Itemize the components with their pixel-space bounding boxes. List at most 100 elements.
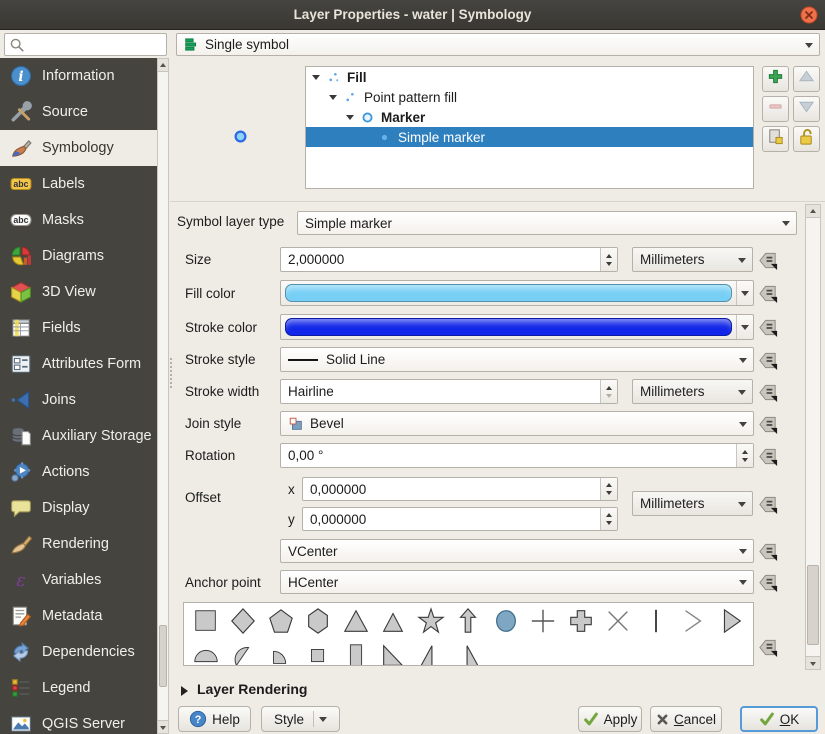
tree-node-marker[interactable]: Marker bbox=[306, 107, 753, 127]
sidebar-item-information[interactable]: i Information bbox=[0, 58, 157, 94]
shape-diagonal-half-square[interactable] bbox=[375, 641, 413, 665]
sidebar-item-actions[interactable]: Actions bbox=[0, 454, 157, 490]
offset-y-input[interactable] bbox=[303, 508, 599, 530]
duplicate-symbol-layer-button[interactable] bbox=[762, 126, 789, 152]
shape-triangle[interactable] bbox=[337, 606, 375, 636]
shape-half-square[interactable] bbox=[337, 641, 375, 665]
sidebar-item-labels[interactable]: abc Labels bbox=[0, 166, 157, 202]
shape-circle-selected[interactable] bbox=[487, 606, 525, 636]
join-style-combobox[interactable]: Bevel bbox=[280, 411, 754, 436]
apply-button[interactable]: Apply bbox=[578, 706, 642, 732]
size-override-button[interactable] bbox=[757, 249, 779, 271]
fill-color-dropdown[interactable] bbox=[736, 281, 753, 305]
sidebar-item-display[interactable]: Display bbox=[0, 490, 157, 526]
sidebar-item-masks[interactable]: abc Masks bbox=[0, 202, 157, 238]
offset-y-spin-buttons[interactable] bbox=[600, 508, 617, 530]
tree-node-fill[interactable]: Fill bbox=[306, 67, 753, 87]
sidebar-item-diagrams[interactable]: Diagrams bbox=[0, 238, 157, 274]
rotation-input[interactable] bbox=[281, 444, 735, 467]
ok-button[interactable]: OK bbox=[740, 706, 818, 732]
layer-rendering-section[interactable]: Layer Rendering bbox=[197, 681, 307, 697]
close-icon[interactable] bbox=[800, 6, 818, 24]
sidebar-scrollbar[interactable] bbox=[157, 58, 169, 734]
shape-diamond[interactable] bbox=[225, 606, 263, 636]
size-spinbox[interactable] bbox=[280, 247, 618, 272]
anchor-vertical-combobox[interactable]: VCenter bbox=[280, 539, 754, 563]
offset-x-spin-buttons[interactable] bbox=[600, 478, 617, 500]
stroke-width-spin-buttons[interactable] bbox=[600, 380, 617, 403]
sidebar-item-dependencies[interactable]: Dependencies bbox=[0, 634, 157, 670]
sidebar-item-joins[interactable]: Joins bbox=[0, 382, 157, 418]
layer-rendering-expander-icon[interactable] bbox=[181, 686, 193, 696]
rotation-spinbox[interactable] bbox=[280, 443, 754, 468]
offset-y-spinbox[interactable] bbox=[302, 507, 618, 531]
shape-pentagon[interactable] bbox=[262, 606, 300, 636]
add-symbol-layer-button[interactable] bbox=[762, 66, 789, 92]
sidebar-item-metadata[interactable]: Metadata bbox=[0, 598, 157, 634]
sidebar-item-attributes-form[interactable]: Attributes Form bbox=[0, 346, 157, 382]
shape-line[interactable] bbox=[637, 606, 675, 636]
lock-colors-button[interactable] bbox=[793, 126, 820, 152]
scroll-down-icon[interactable] bbox=[806, 656, 820, 669]
shape-quarter-circle[interactable] bbox=[262, 641, 300, 665]
shape-star[interactable] bbox=[412, 606, 450, 636]
sidebar-item-rendering[interactable]: Rendering bbox=[0, 526, 157, 562]
tree-node-simple-marker[interactable]: Simple marker bbox=[306, 127, 753, 147]
sidebar-item-source[interactable]: Source bbox=[0, 94, 157, 130]
fill-color-override-button[interactable] bbox=[757, 282, 779, 304]
shape-square[interactable] bbox=[187, 606, 225, 636]
tree-node-point-pattern-fill[interactable]: Point pattern fill bbox=[306, 87, 753, 107]
stroke-style-override-button[interactable] bbox=[757, 349, 779, 371]
size-unit-combobox[interactable]: Millimeters bbox=[632, 247, 753, 272]
help-button[interactable]: ? Help bbox=[178, 706, 251, 732]
offset-x-input[interactable] bbox=[303, 478, 599, 500]
shape-arrowhead[interactable] bbox=[675, 606, 713, 636]
size-input[interactable] bbox=[281, 248, 599, 271]
offset-override-button[interactable] bbox=[757, 493, 779, 515]
shape-cross2[interactable] bbox=[600, 606, 638, 636]
anchor-horizontal-combobox[interactable]: HCenter bbox=[280, 570, 754, 594]
sidebar-item-qgis-server[interactable]: QGIS Server bbox=[0, 706, 157, 734]
shape-equilateral-triangle[interactable] bbox=[375, 606, 413, 636]
shape-hexagon[interactable] bbox=[300, 606, 338, 636]
stroke-width-spinbox[interactable] bbox=[280, 379, 618, 404]
stroke-color-dropdown[interactable] bbox=[736, 315, 753, 339]
style-button[interactable]: Style bbox=[261, 706, 340, 732]
splitter-handle[interactable] bbox=[170, 358, 173, 388]
shape-quarter-square[interactable] bbox=[300, 641, 338, 665]
stroke-width-override-button[interactable] bbox=[757, 381, 779, 403]
rotation-override-button[interactable] bbox=[757, 445, 779, 467]
anchor-horizontal-override-button[interactable] bbox=[757, 571, 779, 593]
titlebar[interactable]: Layer Properties - water | Symbology bbox=[0, 0, 825, 30]
stroke-width-unit-combobox[interactable]: Millimeters bbox=[632, 379, 753, 404]
stroke-style-combobox[interactable]: Solid Line bbox=[280, 347, 754, 372]
stroke-color-override-button[interactable] bbox=[757, 316, 779, 338]
search-input[interactable] bbox=[27, 35, 164, 54]
sidebar-item-auxiliary-storage[interactable]: Auxiliary Storage bbox=[0, 418, 157, 454]
rotation-spin-buttons[interactable] bbox=[736, 444, 753, 467]
shape-cross[interactable] bbox=[525, 606, 563, 636]
stroke-color-button[interactable] bbox=[280, 314, 754, 340]
scroll-up-icon[interactable] bbox=[806, 205, 820, 218]
size-spin-buttons[interactable] bbox=[600, 248, 617, 271]
move-up-button[interactable] bbox=[793, 66, 820, 92]
sidebar-item-legend[interactable]: Legend bbox=[0, 670, 157, 706]
offset-x-spinbox[interactable] bbox=[302, 477, 618, 501]
remove-symbol-layer-button[interactable] bbox=[762, 96, 789, 122]
shape-right-half-triangle[interactable] bbox=[412, 641, 450, 665]
properties-scrollbar[interactable] bbox=[805, 204, 821, 670]
symbol-layer-type-combobox[interactable]: Simple marker bbox=[297, 211, 797, 235]
scroll-down-icon[interactable] bbox=[158, 720, 168, 733]
stroke-width-input[interactable] bbox=[281, 380, 599, 403]
shape-arrow[interactable] bbox=[450, 606, 488, 636]
renderer-combobox[interactable]: Single symbol bbox=[176, 33, 820, 56]
scroll-up-icon[interactable] bbox=[158, 59, 168, 72]
sidebar-item-fields[interactable]: Fields bbox=[0, 310, 157, 346]
search-box[interactable] bbox=[4, 33, 167, 56]
shape-cross-fill[interactable] bbox=[562, 606, 600, 636]
sidebar-scroll-thumb[interactable] bbox=[159, 625, 167, 687]
tree-expander-icon[interactable] bbox=[312, 74, 320, 84]
offset-unit-combobox[interactable]: Millimeters bbox=[632, 491, 753, 516]
move-down-button[interactable] bbox=[793, 96, 820, 122]
sidebar-item-symbology[interactable]: Symbology bbox=[0, 130, 157, 166]
